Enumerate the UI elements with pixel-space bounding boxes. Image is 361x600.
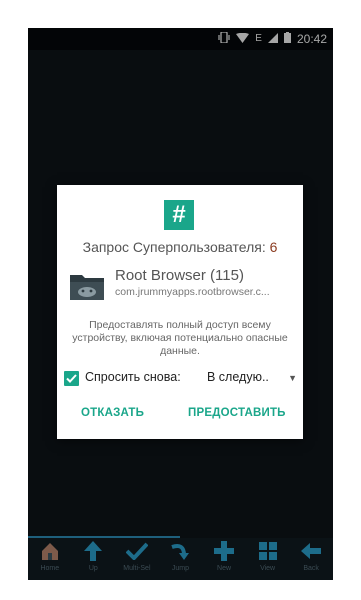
ask-again-checkbox[interactable] <box>64 371 79 386</box>
dialog-title: Запрос Суперпользователя: 6 <box>57 239 303 255</box>
app-name: Root Browser (115) <box>115 267 244 284</box>
up-arrow-icon <box>84 538 103 564</box>
duration-value: В следую.. <box>207 370 269 384</box>
superuser-request-dialog: # Запрос Суперпользователя: 6 Root Brows… <box>57 185 303 439</box>
deny-button[interactable]: ОТКАЗАТЬ <box>81 407 144 419</box>
toolbar-back[interactable]: Back <box>294 538 328 573</box>
jump-arrow-icon <box>170 538 190 564</box>
checkmark-icon <box>66 374 77 383</box>
toolbar-home-label: Home <box>40 565 60 572</box>
grid-icon <box>258 538 277 564</box>
permission-description: Предоставлять полный доступ всему устрой… <box>72 319 288 357</box>
bottom-toolbar: Home Up Multi-Sel Jump New View Back <box>28 538 333 580</box>
app-package: com.jrummyapps.rootbrowser.c... <box>115 286 270 298</box>
toolbar-jump-label: Jump <box>171 565 190 572</box>
back-arrow-icon <box>301 538 322 564</box>
toolbar-home[interactable]: Home <box>33 538 67 573</box>
toolbar-view-label: View <box>260 565 276 572</box>
superuser-hash-icon: # <box>164 200 194 230</box>
request-count: 6 <box>269 239 278 255</box>
home-icon <box>40 538 60 564</box>
duration-dropdown[interactable]: В следую.. ▼ <box>207 370 297 388</box>
check-icon <box>125 538 148 564</box>
dialog-title-text: Запрос Суперпользователя: <box>82 239 266 255</box>
toolbar-multi-select-label: Multi-Sel <box>123 565 151 572</box>
toolbar-new[interactable]: New <box>207 538 241 573</box>
grant-button[interactable]: ПРЕДОСТАВИТЬ <box>188 407 286 419</box>
dropdown-arrow-icon: ▼ <box>288 373 297 383</box>
folder-app-icon <box>69 271 105 301</box>
toolbar-back-label: Back <box>303 565 319 572</box>
toolbar-view[interactable]: View <box>251 538 285 573</box>
ask-again-label: Спросить снова: <box>85 370 181 384</box>
toolbar-multi-select[interactable]: Multi-Sel <box>120 538 154 573</box>
plus-icon <box>214 538 235 564</box>
toolbar-new-label: New <box>217 565 232 572</box>
toolbar-jump[interactable]: Jump <box>163 538 197 573</box>
toolbar-up[interactable]: Up <box>76 538 110 573</box>
toolbar-up-label: Up <box>88 565 98 572</box>
